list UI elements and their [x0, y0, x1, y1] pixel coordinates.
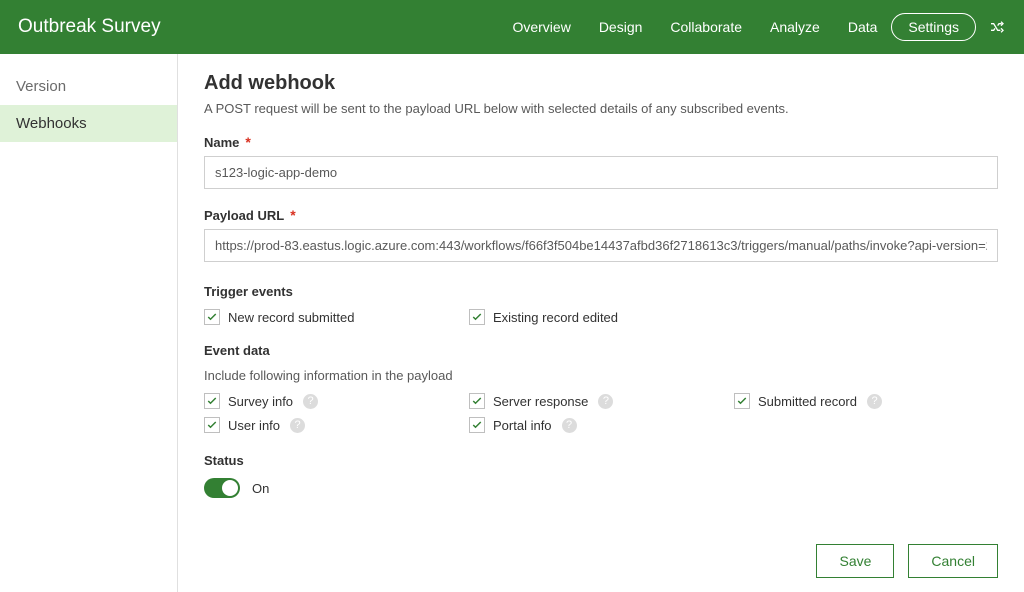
label-new-record-submitted: New record submitted: [228, 310, 354, 325]
cancel-button[interactable]: Cancel: [908, 544, 998, 578]
label-existing-record-edited: Existing record edited: [493, 310, 618, 325]
payload-url-label-text: Payload URL: [204, 208, 284, 223]
event-data-label: Event data: [204, 343, 998, 358]
help-icon[interactable]: ?: [290, 418, 305, 433]
help-icon[interactable]: ?: [303, 394, 318, 409]
required-indicator: *: [245, 134, 250, 150]
label-user-info: User info: [228, 418, 280, 433]
nav-collaborate[interactable]: Collaborate: [656, 13, 756, 41]
event-data-sub: Include following information in the pay…: [204, 368, 998, 383]
settings-sidebar: Version Webhooks: [0, 54, 178, 592]
help-icon[interactable]: ?: [562, 418, 577, 433]
main-panel: Add webhook A POST request will be sent …: [178, 54, 1024, 592]
nav-data[interactable]: Data: [834, 13, 892, 41]
shuffle-icon[interactable]: [988, 18, 1006, 36]
checkbox-existing-record-edited[interactable]: [469, 309, 485, 325]
footer-buttons: Save Cancel: [816, 544, 998, 578]
checkbox-new-record-submitted[interactable]: [204, 309, 220, 325]
trigger-events-label: Trigger events: [204, 284, 998, 299]
name-input[interactable]: [204, 156, 998, 189]
page-description: A POST request will be sent to the paylo…: [204, 101, 998, 116]
checkbox-server-response[interactable]: [469, 393, 485, 409]
status-label: Status: [204, 453, 998, 468]
checkbox-portal-info[interactable]: [469, 417, 485, 433]
payload-url-label: Payload URL *: [204, 207, 998, 223]
help-icon[interactable]: ?: [598, 394, 613, 409]
status-toggle[interactable]: [204, 478, 240, 498]
survey-title: Outbreak Survey: [18, 16, 498, 38]
nav-overview[interactable]: Overview: [498, 13, 584, 41]
checkbox-survey-info[interactable]: [204, 393, 220, 409]
save-button[interactable]: Save: [816, 544, 894, 578]
page-heading: Add webhook: [204, 72, 998, 95]
app-header: Outbreak Survey Overview Design Collabor…: [0, 0, 1024, 54]
status-value: On: [252, 481, 269, 496]
label-portal-info: Portal info: [493, 418, 552, 433]
name-label-text: Name: [204, 135, 239, 150]
sidebar-item-version[interactable]: Version: [0, 68, 177, 105]
required-indicator: *: [290, 207, 295, 223]
label-survey-info: Survey info: [228, 394, 293, 409]
nav-settings[interactable]: Settings: [891, 13, 976, 41]
toggle-knob: [222, 480, 238, 496]
nav-analyze[interactable]: Analyze: [756, 13, 834, 41]
label-submitted-record: Submitted record: [758, 394, 857, 409]
top-nav: Overview Design Collaborate Analyze Data…: [498, 13, 1006, 41]
checkbox-user-info[interactable]: [204, 417, 220, 433]
name-label: Name *: [204, 134, 998, 150]
label-server-response: Server response: [493, 394, 588, 409]
payload-url-input[interactable]: [204, 229, 998, 262]
checkbox-submitted-record[interactable]: [734, 393, 750, 409]
help-icon[interactable]: ?: [867, 394, 882, 409]
nav-design[interactable]: Design: [585, 13, 657, 41]
sidebar-item-webhooks[interactable]: Webhooks: [0, 105, 177, 142]
